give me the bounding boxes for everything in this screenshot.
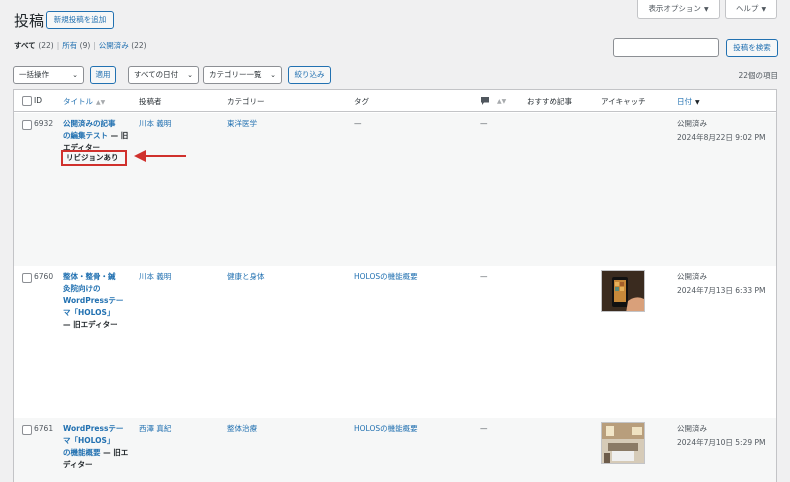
row-checkbox[interactable] <box>22 273 32 283</box>
column-author: 投稿者 <box>139 97 162 106</box>
post-id: 6932 <box>34 119 54 128</box>
date-filter-select[interactable]: すべての日付 ⌄ <box>128 66 199 84</box>
annotation-arrow-icon <box>134 150 186 162</box>
screen-options-label: 表示オプション <box>648 4 701 13</box>
help-label: ヘルプ <box>735 4 759 13</box>
select-all-checkbox[interactable] <box>22 96 32 106</box>
comment-icon[interactable] <box>480 96 490 106</box>
column-eyecatch: アイキャッチ <box>601 97 646 106</box>
post-category[interactable]: 東洋医学 <box>227 118 257 130</box>
table-header: ID タイトル ▲▼ 投稿者 カテゴリー タグ ▲▼ おすすめ記事 アイキャッチ … <box>14 90 776 112</box>
eyecatch-thumbnail[interactable] <box>601 422 645 464</box>
revision-badge-highlight: リビジョンあり <box>61 150 127 166</box>
view-published-link[interactable]: 公開済み (22) <box>99 41 147 50</box>
caret-down-icon: ▼ <box>761 6 767 13</box>
filter-button[interactable]: 絞り込み <box>288 66 331 84</box>
caret-down-icon: ▼ <box>703 6 709 13</box>
post-state: — 旧エディター <box>63 320 118 329</box>
phone-photo-icon <box>602 271 644 311</box>
eyecatch-thumbnail[interactable] <box>601 270 645 312</box>
post-category[interactable]: 整体治療 <box>227 423 257 435</box>
post-title-link[interactable]: 整体・整骨・鍼 灸院向けの WordPressテー マ「HOLOS」 <box>63 272 123 317</box>
post-date: 公開済み 2024年7月10日 5:29 PM <box>677 424 766 447</box>
column-date[interactable]: 日付 ▼ <box>677 96 700 107</box>
row-checkbox[interactable] <box>22 120 32 130</box>
post-title: 整体・整骨・鍼 灸院向けの WordPressテー マ「HOLOS」 — 旧エディター <box>63 271 133 331</box>
chevron-down-icon: ⌄ <box>270 71 276 79</box>
category-filter-select[interactable]: カテゴリー一覧 ⌄ <box>203 66 282 84</box>
post-search-input[interactable] <box>613 38 719 57</box>
screen-options-tab[interactable]: 表示オプション ▼ <box>637 0 720 19</box>
post-date: 公開済み 2024年7月13日 6:33 PM <box>677 272 766 295</box>
room-photo-icon <box>602 423 644 463</box>
view-all-link[interactable]: すべて (22) <box>14 41 54 50</box>
post-category[interactable]: 健康と身体 <box>227 271 265 283</box>
sort-icon: ▲▼ <box>96 99 106 106</box>
items-count: 22個の項目 <box>738 71 778 80</box>
column-category: カテゴリー <box>227 97 265 106</box>
post-tags[interactable]: HOLOSの機能概要 <box>354 423 418 435</box>
post-id: 6761 <box>34 424 54 433</box>
post-comments: — <box>480 272 488 281</box>
column-featured: おすすめ記事 <box>527 97 572 106</box>
post-id: 6760 <box>34 272 54 281</box>
help-tab[interactable]: ヘルプ ▼ <box>725 0 777 19</box>
post-comments: — <box>480 424 488 433</box>
post-status-views: すべて (22) | 所有 (9) | 公開済み (22) <box>14 41 147 50</box>
bulk-action-select[interactable]: 一括操作 ⌄ <box>13 66 84 84</box>
posts-table: ID タイトル ▲▼ 投稿者 カテゴリー タグ ▲▼ おすすめ記事 アイキャッチ … <box>13 89 777 482</box>
post-date: 公開済み 2024年8月22日 9:02 PM <box>677 119 766 142</box>
sort-desc-icon: ▼ <box>695 99 700 106</box>
row-checkbox[interactable] <box>22 425 32 435</box>
post-tags: — <box>354 119 362 128</box>
column-tags: タグ <box>354 97 369 106</box>
apply-button[interactable]: 適用 <box>90 66 116 84</box>
post-tags[interactable]: HOLOSの機能概要 <box>354 271 418 283</box>
post-author[interactable]: 川本 義明 <box>139 118 171 130</box>
column-title[interactable]: タイトル ▲▼ <box>63 96 105 107</box>
post-author[interactable]: 川本 義明 <box>139 271 171 283</box>
post-comments: — <box>480 119 488 128</box>
post-author[interactable]: 西澤 真紀 <box>139 423 171 435</box>
post-title: WordPressテー マ「HOLOS」 の機能概要 — 旧エディター <box>63 423 133 471</box>
comment-sort-icon[interactable]: ▲▼ <box>494 96 506 105</box>
add-new-post-button[interactable]: 新規投稿を追加 <box>46 11 114 29</box>
search-posts-button[interactable]: 投稿を検索 <box>726 39 778 57</box>
table-row: 6932 公開済みの記事 の編集テスト — 旧エディター 川本 義明 東洋医学 —… <box>14 113 776 266</box>
post-title: 公開済みの記事 の編集テスト — 旧エディター <box>63 118 133 154</box>
table-row: 6760 整体・整骨・鍼 灸院向けの WordPressテー マ「HOLOS」 — 旧エ… <box>14 266 776 418</box>
page-title: 投稿 <box>14 12 45 30</box>
view-mine-link[interactable]: 所有 (9) <box>62 41 90 50</box>
chevron-down-icon: ⌄ <box>187 71 193 79</box>
column-id: ID <box>34 96 42 105</box>
table-row: 6761 WordPressテー マ「HOLOS」 の機能概要 — 旧エディター 西… <box>14 418 776 482</box>
chevron-down-icon: ⌄ <box>72 71 78 79</box>
